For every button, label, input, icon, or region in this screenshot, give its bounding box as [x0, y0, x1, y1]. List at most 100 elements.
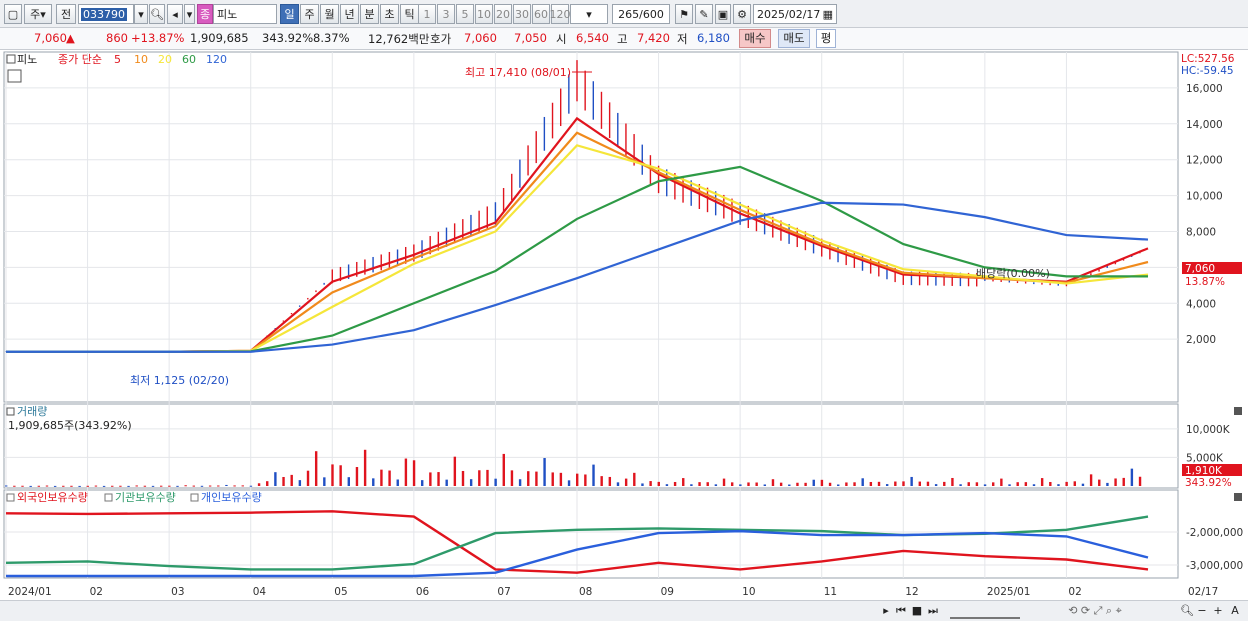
speaker-dropdown-icon[interactable]: ▾ — [184, 4, 195, 24]
volume-bar — [453, 456, 457, 486]
save-icon[interactable]: ▣ — [715, 4, 731, 24]
stock-badge: 종 — [197, 4, 213, 24]
volume-bar — [959, 484, 962, 486]
calendar-icon[interactable]: ▦ — [823, 8, 833, 21]
holding-legend-label: 기관보유수량 — [115, 491, 176, 504]
turnover-rate: 8.37% — [313, 31, 350, 45]
volume-bar — [437, 472, 440, 486]
volume-bar — [1130, 468, 1134, 486]
interval-button-0[interactable]: 일 — [280, 4, 299, 24]
tick-button-20[interactable]: 20 — [494, 4, 512, 24]
volume-bar — [992, 482, 995, 486]
tick-button-10[interactable]: 10 — [475, 4, 493, 24]
volume-y-tick: 10,000K — [1186, 424, 1231, 436]
volume-bar — [567, 480, 571, 486]
volume-bar — [94, 485, 98, 487]
volume-bar — [682, 478, 685, 486]
volume-bar — [1008, 484, 1011, 486]
count-field[interactable]: 265/600 — [612, 4, 670, 24]
period-select[interactable]: 주 ▾ — [24, 4, 52, 24]
tick-button-1[interactable]: 1 — [418, 4, 436, 24]
current-price-tag-text: 7,060 — [1185, 263, 1215, 275]
x-tick-label: 07 — [497, 586, 510, 598]
volume-bar — [184, 485, 187, 487]
volume-bar — [755, 482, 758, 486]
volume-bar — [633, 472, 636, 486]
zoom-search-icon[interactable]: 🔍︎ — [1180, 604, 1194, 619]
tick-button-3[interactable]: 3 — [437, 4, 455, 24]
volume-bar — [1024, 482, 1028, 486]
tick-button-30[interactable]: 30 — [513, 4, 531, 24]
volume-bar — [192, 485, 196, 487]
zoom-out-icon[interactable]: − — [1196, 604, 1208, 619]
sell-button[interactable]: 매도 — [778, 29, 810, 48]
volume-bar — [306, 470, 310, 486]
volume-bar — [363, 449, 367, 486]
stock-name-field[interactable]: 피노 — [213, 4, 277, 24]
price-chart[interactable]: 16,00014,00012,00010,0008,0006,0004,0002… — [0, 50, 1248, 600]
price-y-tick: 16,000 — [1186, 83, 1223, 95]
window-icon[interactable]: ▢ — [4, 4, 22, 24]
volume-bar — [690, 484, 693, 486]
tick-custom-dropdown[interactable]: ▾ — [570, 4, 608, 24]
volume-bar — [861, 478, 864, 486]
volume-bar — [241, 485, 244, 487]
drawing-tools-icon[interactable]: ⟲ ⟳ ⤢ ⌕ ⌖ — [1030, 604, 1160, 619]
buy-button[interactable]: 매수 — [739, 29, 771, 48]
tick-button-5[interactable]: 5 — [456, 4, 474, 24]
stock-code-input[interactable]: 033790 — [78, 4, 134, 24]
stop-icon[interactable]: ■ — [910, 604, 924, 619]
x-tick-label: 09 — [661, 586, 674, 598]
scroll-right-icon[interactable]: ▸ — [880, 604, 892, 619]
volume-bar — [233, 485, 236, 487]
volume-bar — [249, 485, 253, 487]
dividend-annotation: 배당락(0.00%) — [976, 267, 1050, 280]
table-view-icon[interactable] — [7, 69, 22, 83]
volume-bar — [396, 479, 399, 486]
ask-price: 7,060 — [464, 31, 497, 45]
volume-bar — [576, 473, 579, 486]
price-y-tick: 12,000 — [1186, 155, 1223, 167]
font-size-icon[interactable]: A — [1228, 604, 1242, 619]
prev-button[interactable]: 전 — [56, 4, 76, 24]
tick-button-60[interactable]: 60 — [532, 4, 550, 24]
interval-button-3[interactable]: 년 — [340, 4, 359, 24]
volume-bar — [53, 485, 57, 487]
settings-gear-icon[interactable]: ⚙ — [733, 4, 751, 24]
volume-bar — [934, 484, 938, 486]
volume-panel-close-icon[interactable] — [1234, 407, 1242, 415]
volume-bar — [1057, 484, 1060, 486]
volume-bar — [1016, 482, 1019, 486]
draw-tool-icon[interactable]: ✎ — [695, 4, 713, 24]
volume-bar — [657, 481, 660, 486]
scroll-start-icon[interactable]: ⏮ — [894, 604, 908, 619]
volume-bar — [45, 485, 49, 487]
interval-button-4[interactable]: 분 — [360, 4, 379, 24]
volume-bar — [812, 479, 815, 486]
interval-button-5[interactable]: 초 — [380, 4, 399, 24]
volume-bar — [86, 485, 89, 487]
date-field[interactable]: 2025/02/17 ▦ — [753, 4, 837, 24]
interval-button-1[interactable]: 주 — [300, 4, 319, 24]
speaker-icon[interactable]: ◂ — [167, 4, 183, 24]
holding-y-tick: -2,000,000 — [1186, 527, 1243, 539]
volume-y-tick: 5,000K — [1186, 452, 1224, 464]
toolbar-grid-icon[interactable]: ⚑ — [675, 4, 693, 24]
zoom-in-icon[interactable]: + — [1212, 604, 1224, 619]
volume-bar — [151, 485, 155, 487]
low-label: 저 — [677, 32, 688, 46]
volume-bar — [698, 482, 701, 486]
zoom-slider[interactable] — [950, 604, 1020, 619]
volume-bar — [624, 478, 628, 486]
holding-panel-close-icon[interactable] — [1234, 493, 1242, 501]
tick-button-120[interactable]: 120 — [550, 4, 571, 24]
eval-button[interactable]: 평 — [816, 29, 836, 48]
code-dropdown-icon[interactable]: ▾ — [134, 4, 148, 24]
interval-button-6[interactable]: 틱 — [400, 4, 419, 24]
volume-bar — [967, 482, 970, 486]
interval-button-2[interactable]: 월 — [320, 4, 339, 24]
search-icon[interactable]: 🔍︎ — [149, 4, 165, 24]
volume-bar — [592, 464, 595, 486]
scroll-end-icon[interactable]: ⏭ — [926, 604, 940, 619]
volume-bar — [29, 485, 32, 487]
